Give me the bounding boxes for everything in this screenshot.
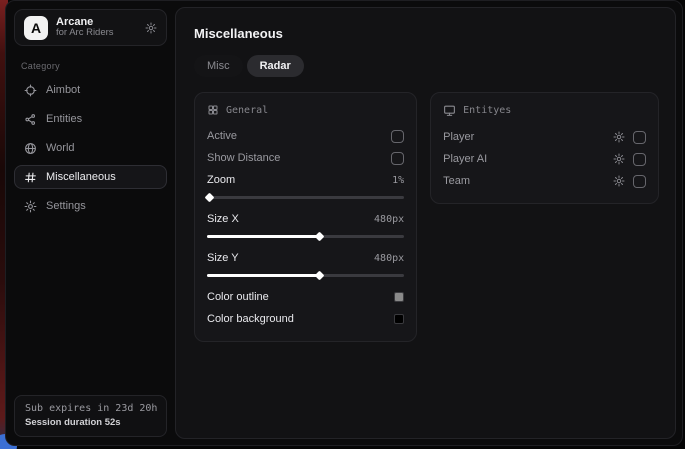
- player-ai-gear-icon[interactable]: [613, 153, 625, 165]
- tab-bar: Misc Radar: [194, 55, 659, 77]
- cards-row: General Active Show Distance Zoom 1%: [194, 92, 659, 342]
- app-tagline: for Arc Riders: [56, 28, 137, 39]
- sidebar-item-aimbot[interactable]: Aimbot: [14, 78, 167, 102]
- setting-row-color-background: Color background: [207, 308, 404, 330]
- tab-misc[interactable]: Misc: [194, 55, 243, 77]
- zoom-slider-thumb[interactable]: [205, 192, 215, 202]
- sidebar-item-label: Settings: [46, 200, 86, 212]
- entity-row-player: Player: [443, 126, 646, 148]
- session-duration-text: Session duration 52s: [25, 417, 156, 428]
- layout-grid-icon: [207, 104, 219, 116]
- size-y-slider-fill: [207, 274, 319, 277]
- screen: A Arcane for Arc Riders Category: [0, 0, 685, 449]
- player-ai-label: Player AI: [443, 153, 487, 165]
- category-label: Category: [21, 61, 160, 71]
- team-label: Team: [443, 175, 470, 187]
- show-distance-checkbox[interactable]: [391, 152, 404, 165]
- color-background-label: Color background: [207, 313, 294, 325]
- setting-row-size-y: Size Y 480px: [207, 247, 404, 269]
- entity-row-player-ai: Player AI: [443, 148, 646, 170]
- color-background-swatch[interactable]: [394, 314, 404, 324]
- size-y-slider-thumb[interactable]: [315, 270, 325, 280]
- color-outline-label: Color outline: [207, 291, 269, 303]
- sidebar-item-label: Miscellaneous: [46, 171, 116, 183]
- general-card: General Active Show Distance Zoom 1%: [194, 92, 417, 342]
- sidebar-item-world[interactable]: World: [14, 136, 167, 160]
- general-card-header: General: [207, 104, 404, 116]
- size-y-slider[interactable]: [207, 274, 404, 277]
- sidebar-item-label: Aimbot: [46, 84, 80, 96]
- size-x-slider-thumb[interactable]: [315, 231, 325, 241]
- crosshair-icon: [24, 84, 37, 97]
- setting-row-color-outline: Color outline: [207, 286, 404, 308]
- zoom-label: Zoom: [207, 174, 235, 186]
- player-label: Player: [443, 131, 474, 143]
- app-title-block: Arcane for Arc Riders: [56, 16, 137, 40]
- size-x-slider[interactable]: [207, 235, 404, 238]
- entity-row-team: Team: [443, 170, 646, 192]
- player-gear-icon[interactable]: [613, 131, 625, 143]
- team-checkbox[interactable]: [633, 175, 646, 188]
- size-x-label: Size X: [207, 213, 239, 225]
- team-gear-icon[interactable]: [613, 175, 625, 187]
- app-logo-card: A Arcane for Arc Riders: [14, 9, 167, 46]
- zoom-slider-fill: [207, 196, 209, 199]
- zoom-value: 1%: [392, 175, 404, 186]
- sidebar-item-label: Entities: [46, 113, 82, 125]
- setting-row-zoom: Zoom 1%: [207, 169, 404, 191]
- sidebar-item-entities[interactable]: Entities: [14, 107, 167, 131]
- sidebar-item-miscellaneous[interactable]: Miscellaneous: [14, 165, 167, 189]
- active-label: Active: [207, 130, 237, 142]
- color-outline-swatch[interactable]: [394, 292, 404, 302]
- globe-icon: [24, 142, 37, 155]
- show-distance-label: Show Distance: [207, 152, 280, 164]
- sidebar: A Arcane for Arc Riders Category: [6, 1, 175, 445]
- app-logo: A: [24, 16, 48, 40]
- subscription-card: Sub expires in 23d 20h Session duration …: [14, 395, 167, 437]
- active-checkbox[interactable]: [391, 130, 404, 143]
- entities-card-title: Entityes: [463, 105, 511, 116]
- sidebar-item-settings[interactable]: Settings: [14, 194, 167, 218]
- sidebar-item-label: World: [46, 142, 75, 154]
- entities-card: Entityes Player: [430, 92, 659, 204]
- size-y-label: Size Y: [207, 252, 239, 264]
- sub-expires-text: Sub expires in 23d 20h: [25, 403, 156, 414]
- general-card-title: General: [226, 105, 268, 116]
- page-title: Miscellaneous: [194, 26, 659, 41]
- entities-icon: [24, 113, 37, 126]
- gear-icon: [24, 200, 37, 213]
- window: A Arcane for Arc Riders Category: [5, 0, 683, 446]
- size-y-value: 480px: [374, 253, 404, 264]
- setting-row-size-x: Size X 480px: [207, 208, 404, 230]
- size-x-value: 480px: [374, 214, 404, 225]
- player-checkbox[interactable]: [633, 131, 646, 144]
- size-x-slider-fill: [207, 235, 319, 238]
- app-settings-icon[interactable]: [145, 22, 157, 34]
- setting-row-show-distance: Show Distance: [207, 147, 404, 169]
- grid-hash-icon: [24, 171, 37, 184]
- zoom-slider[interactable]: [207, 196, 404, 199]
- monitor-icon: [443, 104, 456, 117]
- player-ai-checkbox[interactable]: [633, 153, 646, 166]
- main-panel: Miscellaneous Misc Radar Gene: [175, 7, 676, 439]
- entities-card-header: Entityes: [443, 104, 646, 117]
- setting-row-active: Active: [207, 125, 404, 147]
- tab-radar[interactable]: Radar: [247, 55, 304, 77]
